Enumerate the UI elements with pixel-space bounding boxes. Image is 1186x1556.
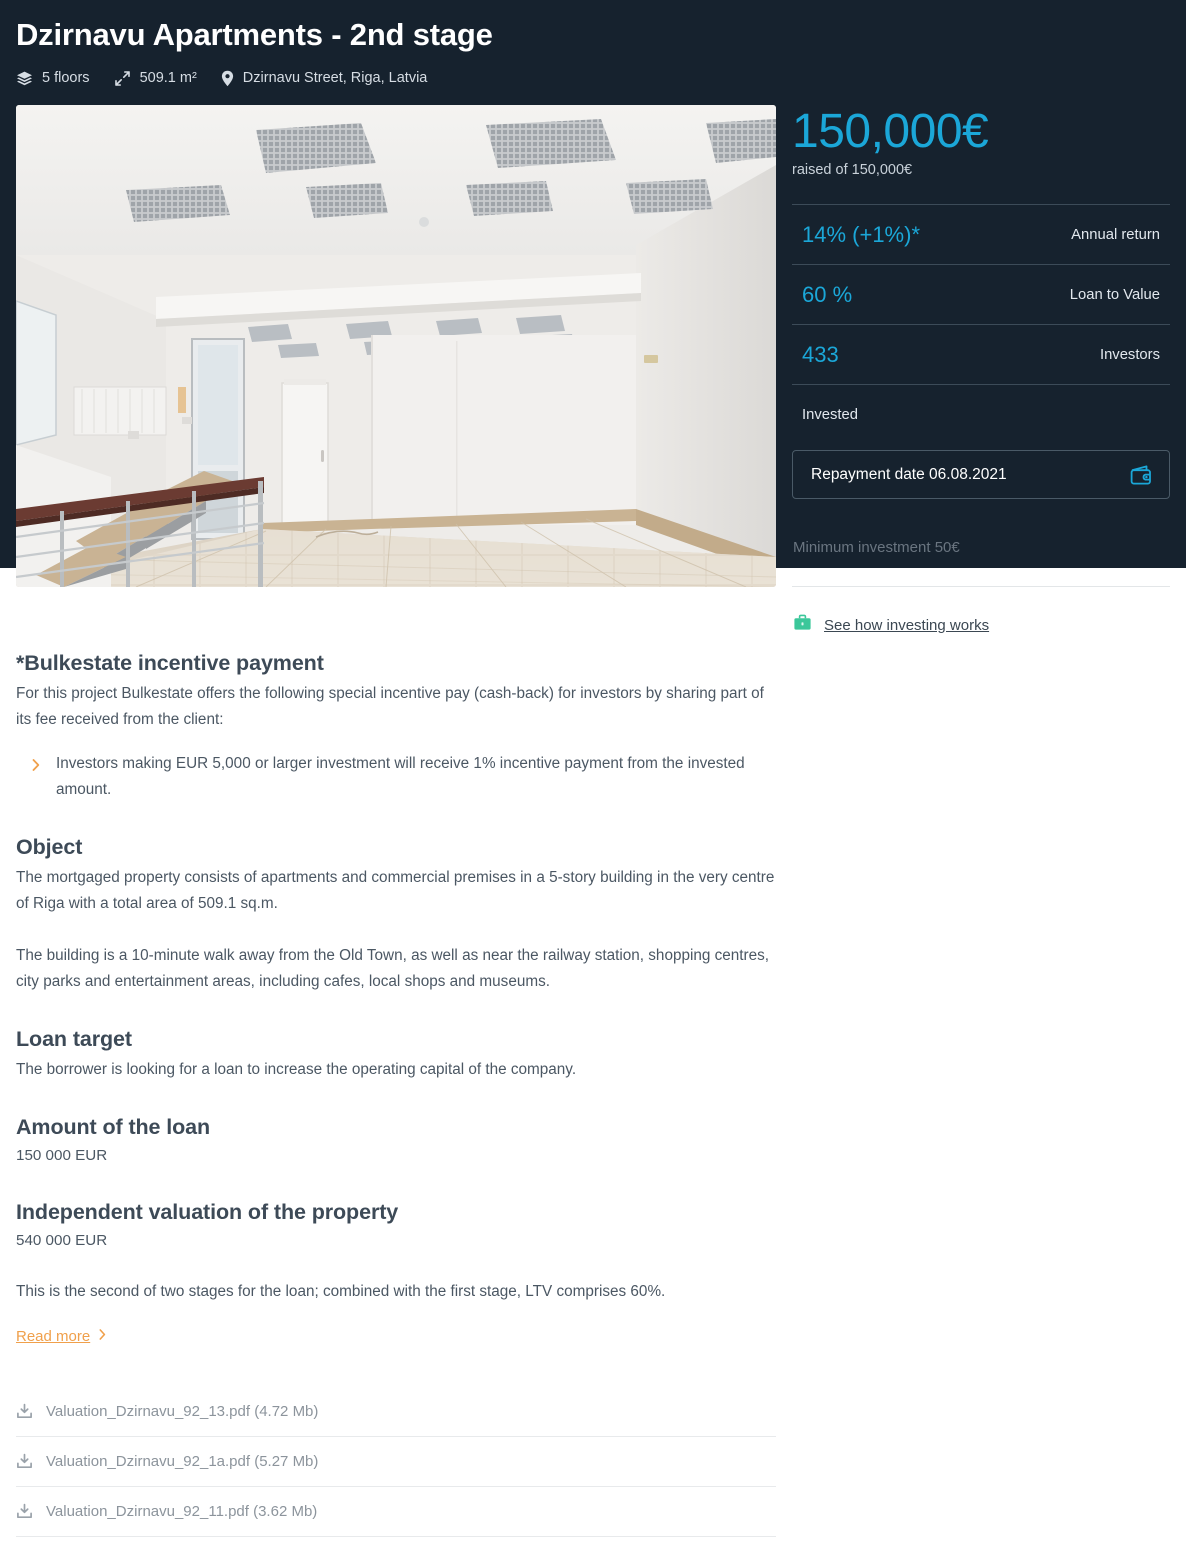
briefcase-icon (793, 614, 812, 636)
attachment-list: Valuation_Dzirnavu_92_13.pdf (4.72 Mb) V… (16, 1387, 776, 1537)
chevron-right-icon (32, 758, 40, 803)
content-area: *Bulkestate incentive payment For this p… (0, 105, 1186, 1537)
chevron-right-icon (99, 1327, 106, 1345)
investment-sidebar: 150,000€ raised of 150,000€ 14% (+1%)* A… (792, 105, 1170, 636)
meta-floors-label: 5 floors (42, 70, 90, 86)
valuation-value: 540 000 EUR (16, 1232, 108, 1249)
amount-of-loan-value: 150 000 EUR (16, 1147, 108, 1164)
interior-photo-illustration (16, 105, 776, 587)
left-column: *Bulkestate incentive payment For this p… (16, 105, 776, 1537)
minimum-investment-label: Minimum investment 50€ (793, 539, 960, 556)
layers-icon (16, 70, 33, 87)
object-heading: Object (16, 835, 83, 859)
list-item[interactable]: Valuation_Dzirnavu_92_1a.pdf (5.27 Mb) (16, 1437, 776, 1487)
stat-label: Investors (1099, 346, 1160, 363)
project-description: *Bulkestate incentive payment For this p… (16, 587, 776, 1345)
page-header: Dzirnavu Apartments - 2nd stage 5 floors (0, 0, 1186, 90)
project-photo[interactable] (16, 105, 776, 587)
property-meta-row: 5 floors 509.1 m² Dzirnavu Street, Riga,… (16, 66, 1170, 90)
stat-label: Annual return (1071, 226, 1160, 243)
stat-annual-return: 14% (+1%)* Annual return (792, 204, 1170, 264)
project-page: Dzirnavu Apartments - 2nd stage 5 floors (0, 0, 1186, 1556)
stat-list: 14% (+1%)* Annual return 60 % Loan to Va… (792, 204, 1170, 444)
meta-address: Dzirnavu Street, Riga, Latvia (221, 70, 428, 87)
sidebar-secondary: Minimum investment 50€ See how investing… (792, 499, 1170, 636)
amount-of-loan-heading: Amount of the loan (16, 1115, 211, 1139)
valuation-heading: Independent valuation of the property (16, 1200, 399, 1224)
object-paragraph-2: The building is a 10-minute walk away fr… (16, 947, 770, 990)
incentive-intro: For this project Bulkestate offers the f… (16, 685, 764, 728)
stat-loan-to-value: 60 % Loan to Value (792, 264, 1170, 324)
read-more-row[interactable]: Read more (16, 1327, 776, 1345)
stat-value: 60 % (802, 281, 853, 307)
loan-target-paragraph: The borrower is looking for a loan to in… (16, 1061, 577, 1078)
read-more-link[interactable]: Read more (16, 1328, 90, 1345)
stat-value: 433 (802, 341, 839, 367)
incentive-bullet-list: Investors making EUR 5,000 or larger inv… (16, 751, 776, 803)
meta-area-label: 509.1 m² (139, 70, 197, 86)
closing-note: This is the second of two stages for the… (16, 1283, 666, 1300)
repayment-date-box[interactable]: Repayment date 06.08.2021 (792, 450, 1170, 499)
stat-investors: 433 Investors (792, 324, 1170, 384)
sidebar-divider (792, 586, 1170, 587)
raised-of-label: raised of 150,000€ (792, 162, 913, 178)
attachment-name: Valuation_Dzirnavu_92_13.pdf (4.72 Mb) (46, 1403, 319, 1420)
repayment-date-label: Repayment date 06.08.2021 (811, 465, 1007, 483)
list-item: Investors making EUR 5,000 or larger inv… (16, 751, 776, 803)
status-badge: Invested (792, 384, 1170, 444)
meta-address-label: Dzirnavu Street, Riga, Latvia (242, 70, 428, 86)
see-how-investing-works-link[interactable]: See how investing works (824, 617, 989, 634)
download-icon (16, 1453, 33, 1470)
list-item[interactable]: Valuation_Dzirnavu_92_13.pdf (4.72 Mb) (16, 1387, 776, 1437)
meta-floors: 5 floors (16, 70, 90, 87)
expand-arrows-icon (114, 70, 131, 87)
stat-label: Loan to Value (1069, 286, 1160, 303)
download-icon (16, 1503, 33, 1520)
list-item[interactable]: Valuation_Dzirnavu_92_11.pdf (3.62 Mb) (16, 1487, 776, 1537)
page-title: Dzirnavu Apartments - 2nd stage (16, 17, 493, 52)
map-pin-icon (221, 70, 234, 87)
incentive-heading: *Bulkestate incentive payment (16, 651, 324, 675)
stat-value: 14% (+1%)* (802, 221, 921, 247)
download-icon (16, 1403, 33, 1420)
raised-amount: 150,000€ (792, 105, 989, 158)
see-how-investing-works-row[interactable]: See how investing works (792, 614, 1170, 636)
object-paragraph-1: The mortgaged property consists of apart… (16, 869, 775, 912)
wallet-icon (1129, 464, 1153, 486)
meta-area: 509.1 m² (114, 70, 197, 87)
attachment-name: Valuation_Dzirnavu_92_11.pdf (3.62 Mb) (46, 1503, 318, 1520)
status-label: Invested (802, 406, 858, 423)
loan-target-heading: Loan target (16, 1027, 132, 1051)
attachment-name: Valuation_Dzirnavu_92_1a.pdf (5.27 Mb) (46, 1453, 319, 1470)
incentive-bullet-text: Investors making EUR 5,000 or larger inv… (56, 755, 745, 798)
